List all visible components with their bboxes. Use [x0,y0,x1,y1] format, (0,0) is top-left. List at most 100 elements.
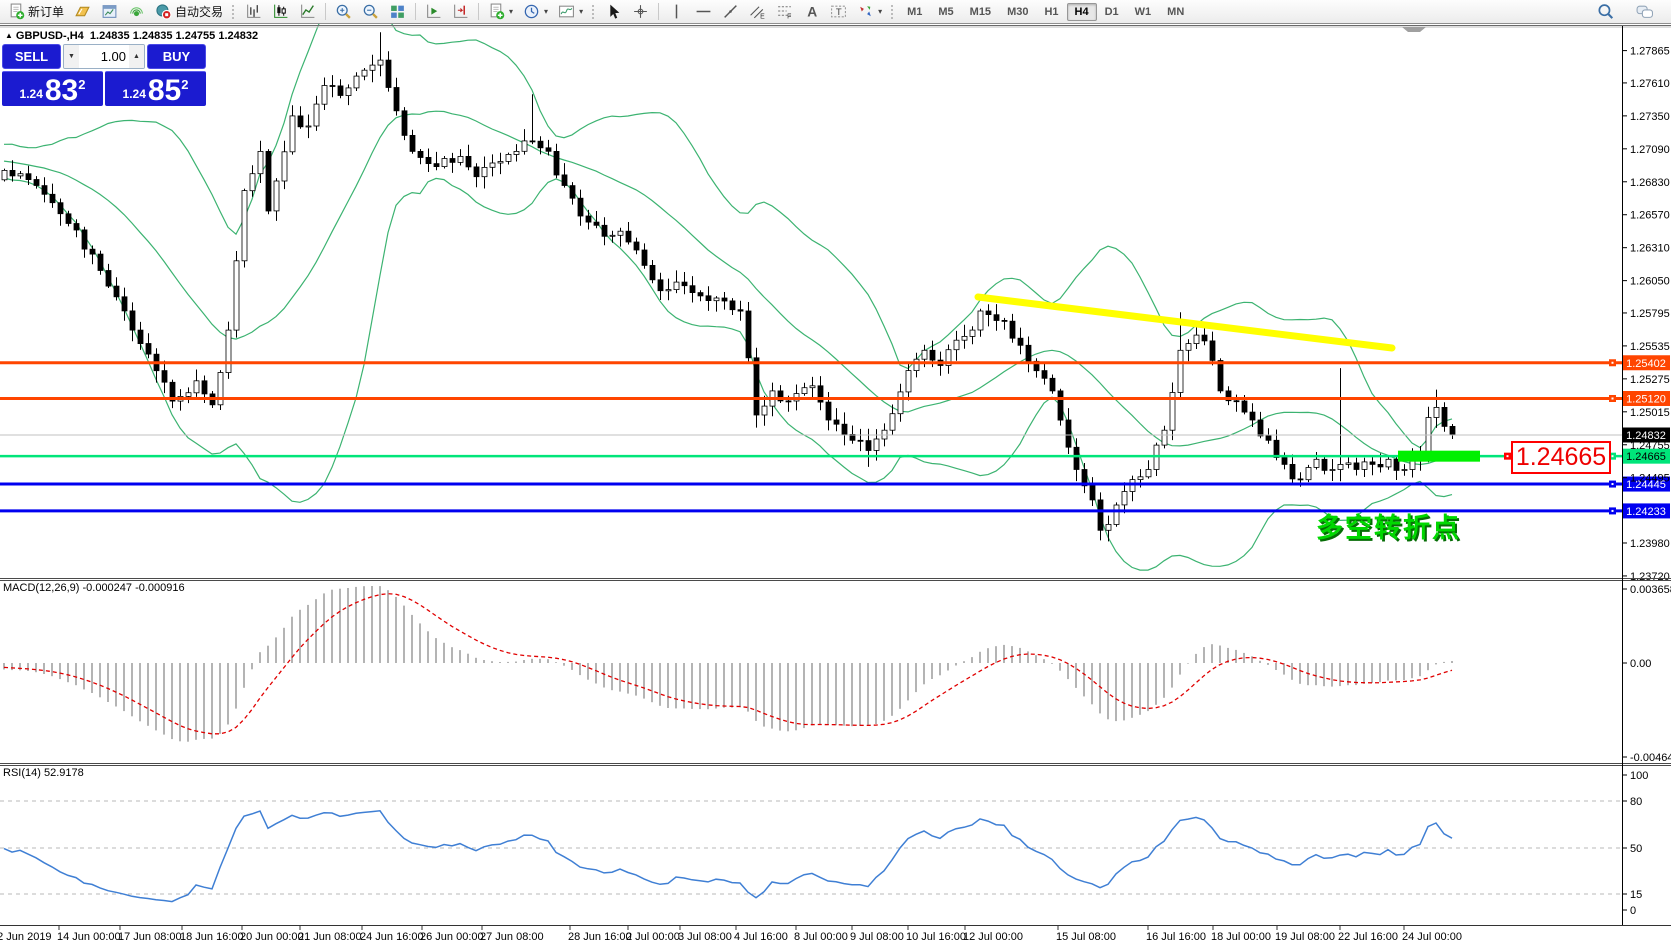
trendline-button[interactable] [717,1,744,22]
buy-price-pip: 2 [181,78,188,91]
charts-gallery-button[interactable] [69,1,96,22]
chart-window-icon [101,3,118,20]
toolbar-separator [658,3,659,20]
crosshair-icon [632,3,649,20]
symbol-name: GBPUSD-,H4 [16,30,84,42]
signals-button[interactable] [123,1,150,22]
collapse-icon[interactable]: ▲ [5,31,13,40]
toolbar-separator [478,3,479,20]
timeframe-H1-button[interactable]: H1 [1036,3,1066,21]
horizontal-line-button[interactable] [690,1,717,22]
macd-values: -0.000247 -0.000916 [82,582,184,594]
vertical-line-button[interactable] [663,1,690,22]
community-button[interactable] [1631,1,1658,22]
autotrading-button[interactable]: 自动交易 [150,1,228,22]
macd-panel[interactable] [0,582,1622,763]
new-chart-button[interactable]: ▾ [483,1,518,22]
search-button[interactable] [1592,1,1619,22]
zoom-out-icon [362,3,379,20]
doc-plus-icon [488,3,505,20]
chartshift-icon [452,3,469,20]
bar-chart-button[interactable] [240,1,267,22]
toolbar-separator [325,3,326,20]
fibonacci-button[interactable]: F [771,1,798,22]
hline-icon [695,3,712,20]
sell-button[interactable]: SELL [2,44,61,69]
templates-button[interactable]: ▾ [553,1,588,22]
timeframe-M15-button[interactable]: M15 [962,3,999,21]
market-watch-button[interactable] [96,1,123,22]
zoom-out-button[interactable] [357,1,384,22]
symbol-ohlc-header: ▲GBPUSD-,H4 1.24835 1.24835 1.24755 1.24… [5,30,258,42]
arrows-button[interactable]: ▾ [852,1,887,22]
cursor-button[interactable] [600,1,627,22]
toolbar-separator [415,3,416,20]
textA-icon: A [803,3,820,20]
volume-decrease-button[interactable]: ▼ [64,45,79,68]
buy-button[interactable]: BUY [147,44,206,69]
tile-windows-button[interactable] [384,1,411,22]
timeframe-MN-button[interactable]: MN [1159,3,1192,21]
cursor-icon [605,3,622,20]
sell-price-pip: 2 [78,78,85,91]
buy-price-big: 85 [148,77,181,104]
zoom-in-icon [335,3,352,20]
volume-stepper: ▼ ▲ [63,44,145,69]
labelT-icon: T [830,3,847,20]
bars-icon [245,3,262,20]
chat-icon [1636,3,1653,20]
equidistant-channel-button[interactable]: E [744,1,771,22]
dropdown-caret-icon: ▾ [544,7,548,16]
buy-price[interactable]: 1.24 85 2 [105,71,206,106]
candles-icon [272,3,289,20]
volume-increase-button[interactable]: ▲ [129,45,144,68]
timeframe-H4-button[interactable]: H4 [1067,3,1097,21]
timeframe-D1-button[interactable]: D1 [1097,3,1127,21]
candlestick-chart-button[interactable] [267,1,294,22]
toolbar-right-icons [1592,1,1668,22]
toolbar-drag-handle[interactable] [591,4,595,20]
label-button[interactable]: T [825,1,852,22]
text-button[interactable]: A [798,1,825,22]
svg-text:A: A [807,3,817,19]
macd-indicator-label: MACD(12,26,9) -0.000247 -0.000916 [3,582,185,594]
sell-price-prefix: 1.24 [20,85,43,104]
sell-price[interactable]: 1.24 83 2 [2,71,103,106]
channel-icon: E [749,3,766,20]
crosshair-button[interactable] [627,1,654,22]
new-order-button[interactable]: 新订单 [3,1,69,22]
autoscroll-icon [425,3,442,20]
clock-icon [523,3,540,20]
timeframe-M30-button[interactable]: M30 [999,3,1036,21]
mt4-window: { "toolbar": { "groups": [ {"lead":"none… [0,0,1671,945]
price-axis[interactable] [1622,26,1671,925]
search-icon [1597,3,1614,20]
fibo-icon: F [776,3,793,20]
price-alert-tag[interactable]: 1.24665 [1511,441,1611,474]
symbol-ohlc-values: 1.24835 1.24835 1.24755 1.24832 [90,30,258,42]
dropdown-caret-icon: ▾ [509,7,513,16]
timeframe-W1-button[interactable]: W1 [1127,3,1160,21]
toolbar: 新订单 自动交易 ▾ ▾ ▾ E FA T ▾ M1M5M15M30H1H4D1W1MN [0,0,1671,24]
svg-text:E: E [760,13,765,20]
new-order-button-label: 新订单 [28,3,64,20]
volume-input[interactable] [79,45,129,68]
chart-shift-button[interactable] [447,1,474,22]
main-chart-panel[interactable] [0,26,1622,578]
toolbar-drag-handle[interactable] [231,4,235,20]
time-axis[interactable] [0,926,1671,945]
zoom-in-button[interactable] [330,1,357,22]
svg-text:T: T [836,7,842,18]
buy-price-prefix: 1.24 [123,85,146,104]
line-chart-button[interactable] [294,1,321,22]
periods-button[interactable]: ▾ [518,1,553,22]
toolbar-drag-handle[interactable] [890,4,894,20]
timeframe-M5-button[interactable]: M5 [930,3,961,21]
signal-icon [128,3,145,20]
auto-scroll-button[interactable] [420,1,447,22]
dropdown-caret-icon: ▾ [579,7,583,16]
timeframe-M1-button[interactable]: M1 [899,3,930,21]
chart-canvas[interactable]: 1.254021.251201.246651.244451.242331.278… [0,0,1671,945]
rsi-panel[interactable] [0,767,1622,925]
rsi-indicator-label: RSI(14) 52.9178 [3,767,84,779]
